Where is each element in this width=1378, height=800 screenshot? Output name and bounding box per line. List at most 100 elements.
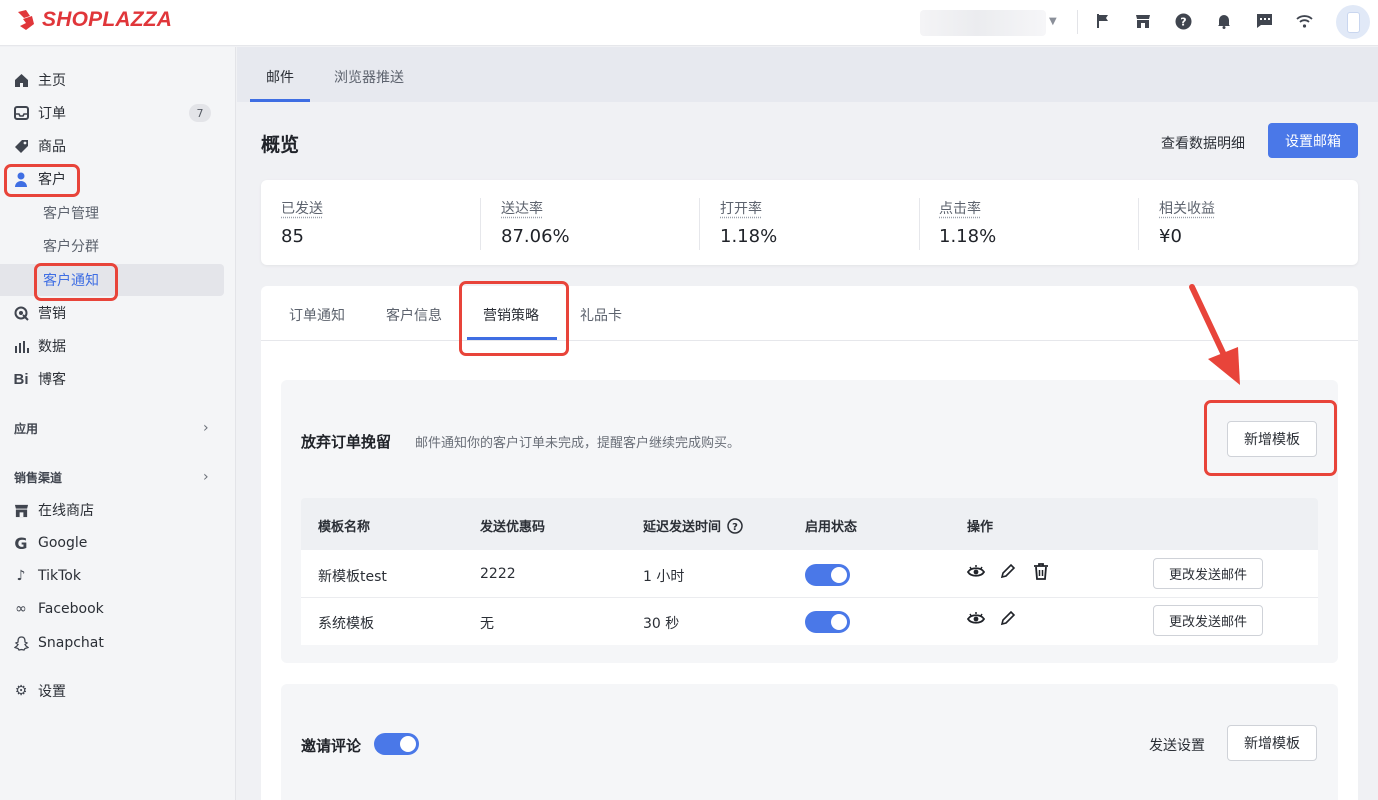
help-circle-icon[interactable]: ? xyxy=(727,517,743,534)
divider xyxy=(699,198,700,250)
divider xyxy=(1138,198,1139,250)
svg-text:?: ? xyxy=(1180,15,1186,28)
sidebar-item-orders[interactable]: 订单 7 xyxy=(0,98,236,128)
brand-mark-icon xyxy=(18,10,34,30)
store-icon xyxy=(12,501,30,519)
change-email-button[interactable]: 更改发送邮件 xyxy=(1153,605,1263,636)
tab-browser-push[interactable]: 浏览器推送 xyxy=(334,67,404,87)
column-header: 启用状态 xyxy=(805,520,858,535)
wifi-icon[interactable] xyxy=(1293,10,1315,32)
tab-order-notifications[interactable]: 订单通知 xyxy=(289,305,345,325)
sidebar-item-blog[interactable]: Bi 博客 xyxy=(0,364,236,394)
sidebar-item-marketing[interactable]: 营销 xyxy=(0,298,236,328)
sidebar-item-google[interactable]: G Google xyxy=(0,528,236,558)
annotation-highlight-add-button xyxy=(1204,400,1337,476)
help-icon[interactable]: ? xyxy=(1172,10,1194,32)
review-enable-toggle[interactable] xyxy=(374,733,419,755)
page-title: 概览 xyxy=(261,134,300,156)
home-icon xyxy=(12,71,30,89)
chevron-right-icon: › xyxy=(203,469,209,485)
sidebar-item-label: 在线商店 xyxy=(38,503,94,519)
stat-value: 1.18% xyxy=(720,226,778,247)
top-bar: SHOPLAZZA ▼ ? xyxy=(0,0,1378,46)
pencil-icon[interactable] xyxy=(998,561,1018,581)
send-settings-link[interactable]: 发送设置 xyxy=(1149,735,1205,755)
store-switcher[interactable] xyxy=(920,10,1046,36)
shoplazza-logo[interactable]: SHOPLAZZA xyxy=(14,8,172,32)
view-data-details-link[interactable]: 查看数据明细 xyxy=(1161,133,1245,153)
pencil-icon[interactable] xyxy=(998,608,1018,628)
sidebar-section-channels[interactable]: 销售渠道 › xyxy=(0,462,236,492)
column-header: 模板名称 xyxy=(318,520,371,535)
column-header: 发送优惠码 xyxy=(480,520,546,535)
tab-email[interactable]: 邮件 xyxy=(266,67,294,87)
sidebar-item-label: 客户分群 xyxy=(43,239,99,255)
trash-icon[interactable] xyxy=(1031,561,1051,581)
sidebar-item-label: 主页 xyxy=(38,73,66,89)
send-delay: 30 秒 xyxy=(643,616,680,632)
blog-icon: Bi xyxy=(13,370,29,388)
sidebar-item-products[interactable]: 商品 xyxy=(0,131,236,161)
tab-customer-info[interactable]: 客户信息 xyxy=(386,305,442,325)
enable-toggle[interactable] xyxy=(805,611,850,633)
sidebar-item-online-store[interactable]: 在线商店 xyxy=(0,495,236,525)
stat-label[interactable]: 送达率 xyxy=(501,198,543,218)
sidebar-item-label: 客户管理 xyxy=(43,206,99,222)
chevron-right-icon: › xyxy=(203,420,209,436)
stat-label[interactable]: 相关收益 xyxy=(1159,198,1215,218)
store-icon[interactable] xyxy=(1132,10,1154,32)
column-header: 操作 xyxy=(967,520,994,535)
active-tab-indicator xyxy=(250,99,310,102)
section-label: 销售渠道 xyxy=(14,470,63,485)
sidebar: 主页 订单 7 商品 客户 客户管理 客户分群 客户通知 营销 数据 Bi 博客… xyxy=(0,47,236,800)
sidebar-section-apps[interactable]: 应用 › xyxy=(0,413,236,443)
sidebar-item-label: 数据 xyxy=(38,339,66,355)
enable-toggle[interactable] xyxy=(805,564,850,586)
stat-value: 1.18% xyxy=(939,226,997,247)
stat-label[interactable]: 已发送 xyxy=(281,198,323,218)
sidebar-item-customer-management[interactable]: 客户管理 xyxy=(0,198,236,228)
setup-mailbox-button[interactable]: 设置邮箱 xyxy=(1268,123,1358,158)
orders-count-badge: 7 xyxy=(189,104,211,122)
avatar-image xyxy=(1346,11,1360,33)
sidebar-item-home[interactable]: 主页 xyxy=(0,65,236,95)
sidebar-item-snapchat[interactable]: Snapchat xyxy=(0,628,236,658)
discount-code: 2222 xyxy=(480,566,516,582)
avatar[interactable] xyxy=(1336,5,1370,39)
stats-card: 已发送 85 送达率 87.06% 打开率 1.18% 点击率 1.18% 相关… xyxy=(261,180,1358,265)
sidebar-item-label: Google xyxy=(38,535,88,551)
column-header-delay: 延迟发送时间 ? xyxy=(643,516,743,535)
change-email-button[interactable]: 更改发送邮件 xyxy=(1153,558,1263,589)
facebook-icon: ∞ xyxy=(15,601,27,617)
eye-icon[interactable] xyxy=(966,561,986,581)
flag-icon[interactable] xyxy=(1092,10,1114,32)
sidebar-item-label: 商品 xyxy=(38,139,66,155)
section-description: 邮件通知你的客户订单未完成，提醒客户继续完成购买。 xyxy=(415,436,741,451)
annotation-highlight-tab xyxy=(459,281,569,356)
sidebar-item-facebook[interactable]: ∞ Facebook xyxy=(0,594,236,624)
sidebar-item-analytics[interactable]: 数据 xyxy=(0,331,236,361)
channel-tabs: 邮件 浏览器推送 xyxy=(237,47,1378,102)
add-review-template-button[interactable]: 新增模板 xyxy=(1227,725,1317,761)
annotation-highlight-notifications xyxy=(34,263,118,301)
snapchat-icon xyxy=(12,634,30,652)
tag-icon xyxy=(12,137,30,155)
template-table-header: 模板名称 发送优惠码 延迟发送时间 ? 启用状态 操作 xyxy=(301,498,1318,550)
sidebar-item-label: 订单 xyxy=(38,106,66,122)
sidebar-item-customer-segments[interactable]: 客户分群 xyxy=(0,231,236,261)
sidebar-item-settings[interactable]: ⚙ 设置 xyxy=(0,676,236,706)
sidebar-item-tiktok[interactable]: ♪ TikTok xyxy=(0,561,236,591)
chevron-down-icon[interactable]: ▼ xyxy=(1049,16,1057,27)
eye-icon[interactable] xyxy=(966,608,986,628)
tab-gift-card[interactable]: 礼品卡 xyxy=(580,305,622,325)
bell-icon[interactable] xyxy=(1213,10,1235,32)
bar-chart-icon xyxy=(12,337,30,355)
section-title: 放弃订单挽留 xyxy=(301,433,392,451)
stat-label[interactable]: 打开率 xyxy=(720,198,762,218)
chat-icon[interactable] xyxy=(1253,10,1275,32)
annotation-highlight-customers xyxy=(4,164,80,197)
stat-label[interactable]: 点击率 xyxy=(939,198,981,218)
divider xyxy=(919,198,920,250)
column-header-label: 延迟发送时间 xyxy=(643,520,722,535)
stat-value: ¥0 xyxy=(1159,226,1182,247)
